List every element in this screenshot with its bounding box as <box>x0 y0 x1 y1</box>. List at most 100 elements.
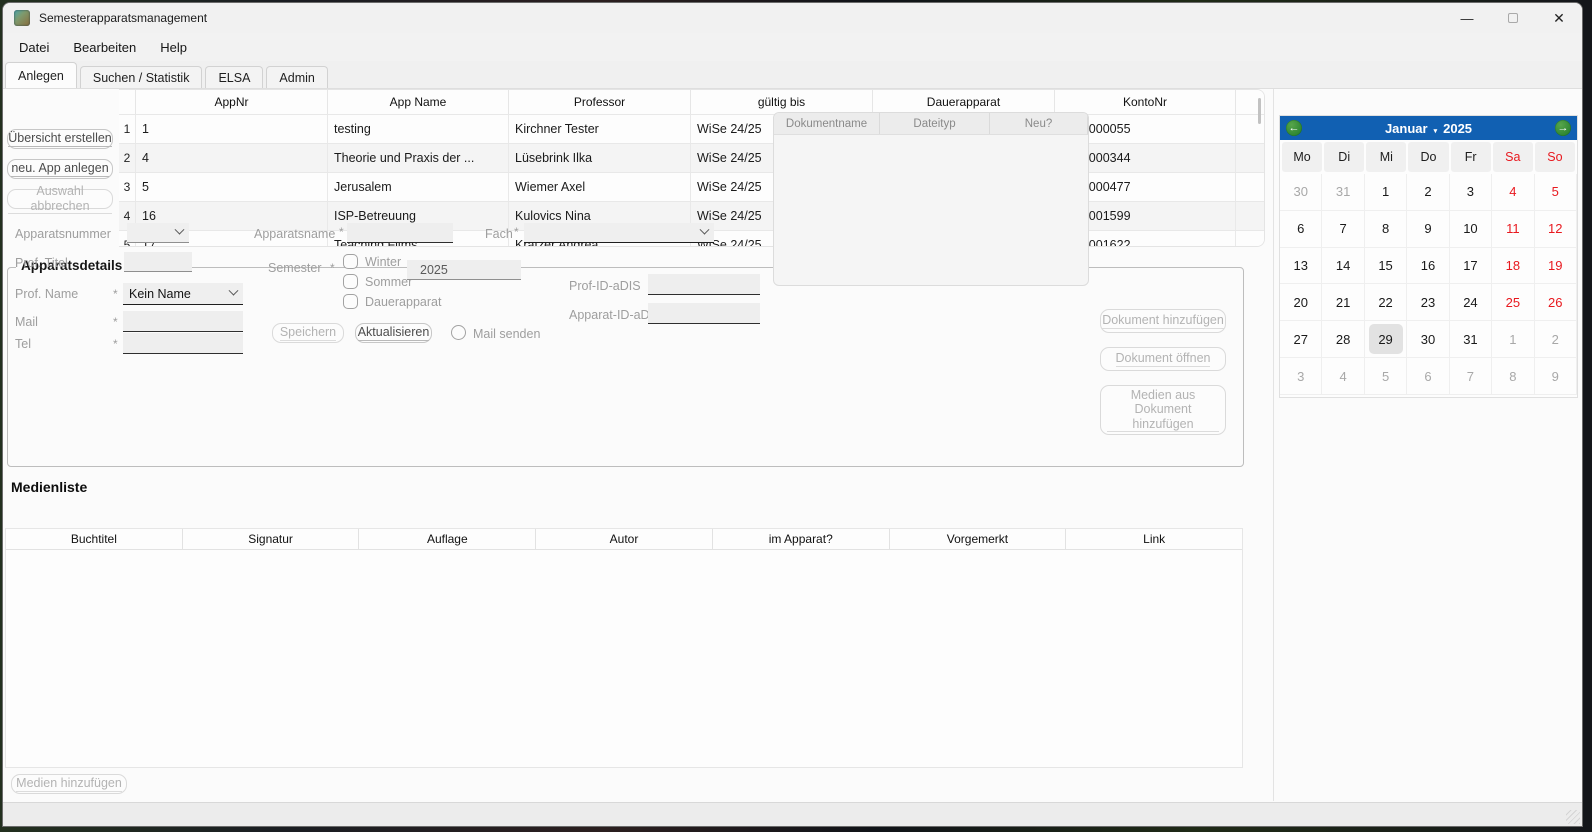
sommer-checkbox[interactable] <box>343 274 358 289</box>
calendar-day[interactable]: 7 <box>1450 358 1492 395</box>
fach-dropdown[interactable] <box>524 223 714 243</box>
maximize-button[interactable] <box>1490 3 1536 33</box>
chevron-down-icon <box>175 225 185 235</box>
apps-table-row[interactable]: 11testingKirchner TesterWiSe 24/25Nein10… <box>119 114 1264 143</box>
tab-elsa[interactable]: ELSA <box>205 66 263 88</box>
calendar-day[interactable]: 22 <box>1365 284 1407 321</box>
winter-checkbox[interactable] <box>343 254 358 269</box>
tel-field[interactable] <box>123 333 243 354</box>
apps-table-row[interactable]: 35JerusalemWiemer AxelWiSe 24/25Nein1008… <box>119 172 1264 201</box>
apps-column-header[interactable]: Dauerapparat <box>873 90 1055 114</box>
calendar-day[interactable]: 31 <box>1450 321 1492 358</box>
calendar-day[interactable]: 13 <box>1280 248 1322 285</box>
calendar-day[interactable]: 12 <box>1535 211 1577 248</box>
mail-senden-checkbox[interactable] <box>451 325 466 340</box>
menu-datei[interactable]: Datei <box>7 36 61 59</box>
apps-column-header[interactable]: App Name <box>328 90 509 114</box>
mail-field[interactable] <box>123 311 243 332</box>
calendar-day[interactable]: 27 <box>1280 321 1322 358</box>
calendar-day[interactable]: 16 <box>1407 248 1449 285</box>
media-column-header[interactable]: im Apparat? <box>713 529 890 549</box>
tab-admin[interactable]: Admin <box>266 66 327 88</box>
media-column-header[interactable]: Auflage <box>359 529 536 549</box>
apps-column-header[interactable]: KontoNr <box>1055 90 1236 114</box>
calendar-title[interactable]: Januar▾ 2025 <box>1385 121 1472 136</box>
calendar-day[interactable]: 3 <box>1450 174 1492 211</box>
calendar-next-icon[interactable]: → <box>1555 120 1571 136</box>
aktualisieren-button[interactable]: Aktualisieren <box>355 323 432 343</box>
calendar-day[interactable]: 18 <box>1492 248 1534 285</box>
calendar-day[interactable]: 6 <box>1407 358 1449 395</box>
medien-hinzufuegen-button[interactable]: Medien hinzufügen <box>11 774 127 794</box>
tab-anlegen[interactable]: Anlegen <box>5 62 77 88</box>
calendar-day-selected[interactable]: 29 <box>1365 321 1407 358</box>
calendar-day[interactable]: 2 <box>1535 321 1577 358</box>
calendar-day[interactable]: 7 <box>1322 211 1364 248</box>
minimize-button[interactable]: — <box>1444 3 1490 33</box>
calendar-day[interactable]: 20 <box>1280 284 1322 321</box>
calendar-day[interactable]: 14 <box>1322 248 1364 285</box>
calendar-day[interactable]: 17 <box>1450 248 1492 285</box>
media-column-header[interactable]: Buchtitel <box>6 529 183 549</box>
calendar-day[interactable]: 21 <box>1322 284 1364 321</box>
apparatsname-field[interactable] <box>347 223 453 243</box>
close-button[interactable]: ✕ <box>1536 3 1582 33</box>
calendar-day[interactable]: 1 <box>1492 321 1534 358</box>
dauerapparat-checkbox[interactable] <box>343 294 358 309</box>
media-column-header[interactable]: Vorgemerkt <box>890 529 1067 549</box>
doc-column-header[interactable]: Neu? <box>990 113 1088 134</box>
menu-help[interactable]: Help <box>148 36 199 59</box>
calendar-day[interactable]: 9 <box>1535 358 1577 395</box>
auswahl-abbrechen-button[interactable]: Auswahl abbrechen <box>7 189 113 209</box>
menu-bearbeiten[interactable]: Bearbeiten <box>61 36 148 59</box>
calendar-day[interactable]: 5 <box>1365 358 1407 395</box>
calendar-day[interactable]: 26 <box>1535 284 1577 321</box>
prof-id-adis-field[interactable] <box>648 274 760 295</box>
calendar-day[interactable]: 24 <box>1450 284 1492 321</box>
table-scrollbar-thumb[interactable] <box>1258 98 1261 124</box>
calendar-day[interactable]: 30 <box>1407 321 1449 358</box>
doc-column-header[interactable]: Dateityp <box>880 113 990 134</box>
calendar-day[interactable]: 8 <box>1365 211 1407 248</box>
calendar-day[interactable]: 1 <box>1365 174 1407 211</box>
uebersicht-erstellen-button[interactable]: Übersicht erstellen <box>7 129 113 149</box>
calendar-day[interactable]: 4 <box>1322 358 1364 395</box>
calendar-day[interactable]: 31 <box>1322 174 1364 211</box>
calendar-day[interactable]: 5 <box>1535 174 1577 211</box>
calendar-day[interactable]: 25 <box>1492 284 1534 321</box>
tab-suchen-statistik[interactable]: Suchen / Statistik <box>80 66 203 88</box>
calendar-day[interactable]: 6 <box>1280 211 1322 248</box>
calendar-prev-icon[interactable]: ← <box>1286 120 1302 136</box>
neue-app-anlegen-button[interactable]: neu. App anlegen <box>7 159 113 179</box>
calendar-day[interactable]: 11 <box>1492 211 1534 248</box>
calendar-day[interactable]: 23 <box>1407 284 1449 321</box>
calendar-day[interactable]: 8 <box>1492 358 1534 395</box>
semester-year-field[interactable]: 2025 <box>407 260 521 280</box>
prof-titel-field[interactable] <box>124 252 192 272</box>
resize-grip-icon[interactable] <box>1566 810 1580 824</box>
apparatsnummer-dropdown[interactable] <box>127 223 189 243</box>
calendar-day[interactable]: 19 <box>1535 248 1577 285</box>
calendar-day[interactable]: 28 <box>1322 321 1364 358</box>
calendar-day[interactable]: 30 <box>1280 174 1322 211</box>
speichern-button[interactable]: Speichern <box>272 323 344 343</box>
medien-aus-dokument-button[interactable]: Medien aus Dokument hinzufügen <box>1100 385 1226 435</box>
calendar-day[interactable]: 10 <box>1450 211 1492 248</box>
apps-table-row[interactable]: 24Theorie und Praxis der ...Lüsebrink Il… <box>119 143 1264 172</box>
apps-column-header[interactable]: gültig bis <box>691 90 873 114</box>
apparat-id-adis-field[interactable] <box>648 303 760 324</box>
dokument-oeffnen-button[interactable]: Dokument öffnen <box>1100 347 1226 371</box>
doc-column-header[interactable]: Dokumentname <box>774 113 880 134</box>
prof-name-dropdown[interactable]: Kein Name <box>123 283 243 305</box>
calendar-day[interactable]: 9 <box>1407 211 1449 248</box>
calendar-day[interactable]: 15 <box>1365 248 1407 285</box>
dokument-hinzufuegen-button[interactable]: Dokument hinzufügen <box>1100 309 1226 333</box>
media-column-header[interactable]: Link <box>1066 529 1242 549</box>
apps-column-header[interactable]: AppNr <box>136 90 328 114</box>
apps-column-header[interactable]: Professor <box>509 90 691 114</box>
calendar-day[interactable]: 2 <box>1407 174 1449 211</box>
media-column-header[interactable]: Autor <box>536 529 713 549</box>
calendar-day[interactable]: 3 <box>1280 358 1322 395</box>
media-column-header[interactable]: Signatur <box>183 529 360 549</box>
calendar-day[interactable]: 4 <box>1492 174 1534 211</box>
